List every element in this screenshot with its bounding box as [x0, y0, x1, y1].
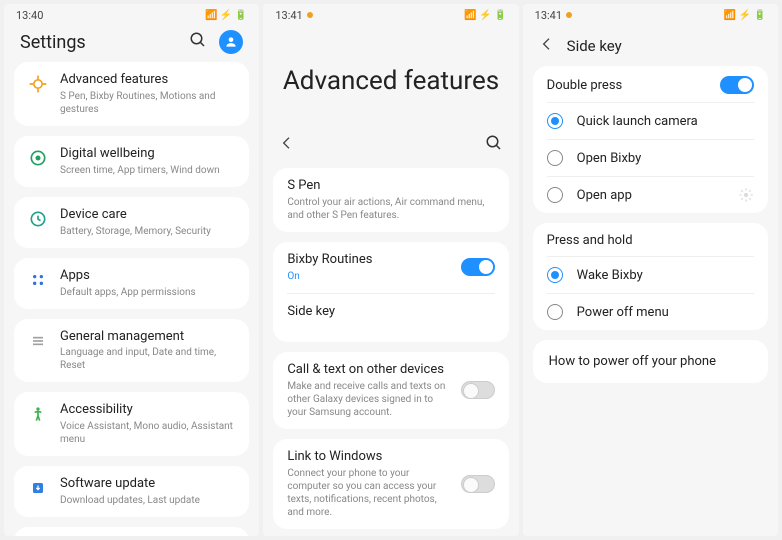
radio-label: Wake Bixby	[577, 268, 754, 283]
row-subtitle: Control your air actions, Air command me…	[287, 196, 494, 222]
row-title: Advanced features	[60, 72, 235, 89]
advanced-icon	[28, 74, 48, 94]
radio-label: Power off menu	[577, 305, 754, 320]
row-title: Accessibility	[60, 402, 235, 419]
search-icon[interactable]	[189, 31, 207, 53]
back-icon[interactable]	[279, 135, 295, 155]
row-subtitle: Language and input, Date and time, Reset	[60, 346, 235, 372]
howto-row[interactable]: How to power off your phone	[533, 340, 768, 383]
row-title: Apps	[60, 268, 235, 285]
radio-label: Quick launch camera	[577, 114, 754, 129]
header: Side key	[523, 26, 778, 66]
row-title: General management	[60, 329, 235, 346]
settings-row[interactable]: Software updateDownload updates, Last up…	[14, 466, 249, 517]
row-title: Bixby Routines	[287, 252, 448, 269]
section-title: Double press	[547, 78, 623, 93]
status-bar: 13:40 📶 ⚡ 🔋	[4, 4, 259, 26]
radio-option[interactable]: Open Bixby	[533, 140, 768, 176]
row-title: Side key	[287, 304, 494, 321]
radio-button[interactable]	[547, 150, 563, 166]
row-title: Link to Windows	[287, 449, 448, 466]
status-bar: 13:41 📶 ⚡ 🔋	[263, 4, 518, 26]
nav-bar	[263, 126, 518, 168]
row-subtitle: On	[287, 270, 448, 283]
accessibility-icon	[28, 404, 48, 424]
row-title: Device care	[60, 207, 235, 224]
toggle-switch[interactable]	[461, 381, 495, 399]
radio-button[interactable]	[547, 113, 563, 129]
row-title: Digital wellbeing	[60, 146, 235, 163]
settings-row[interactable]: Device careBattery, Storage, Memory, Sec…	[14, 197, 249, 248]
recording-indicator-icon	[566, 12, 572, 18]
general-icon	[28, 331, 48, 351]
row-subtitle: Screen time, App timers, Wind down	[60, 164, 235, 177]
howto-card[interactable]: How to power off your phone	[533, 340, 768, 383]
settings-row[interactable]: Advanced featuresS Pen, Bixby Routines, …	[14, 62, 249, 126]
settings-row[interactable]: AppsDefault apps, App permissions	[14, 258, 249, 309]
radio-option[interactable]: Open app	[533, 177, 768, 213]
row-subtitle: Voice Assistant, Mono audio, Assistant m…	[60, 420, 235, 446]
double-press-card: Double press Quick launch camera Open Bixb…	[533, 66, 768, 213]
press-hold-card: Press and hold Wake Bixby Power off menu	[533, 223, 768, 330]
toggle-switch[interactable]	[461, 475, 495, 493]
row-subtitle: S Pen, Bixby Routines, Motions and gestu…	[60, 90, 235, 116]
settings-row[interactable]: AccessibilityVoice Assistant, Mono audio…	[14, 392, 249, 456]
settings-list: Advanced featuresS Pen, Bixby Routines, …	[4, 62, 259, 536]
update-icon	[28, 478, 48, 498]
row-subtitle: Connect your phone to your computer so y…	[287, 467, 448, 519]
radio-button[interactable]	[547, 304, 563, 320]
radio-button[interactable]	[547, 187, 563, 203]
wellbeing-icon	[28, 148, 48, 168]
toggle-switch[interactable]	[720, 76, 754, 94]
radio-label: Open Bixby	[577, 151, 754, 166]
clock: 13:41	[275, 9, 302, 22]
radio-label: Open app	[577, 188, 724, 203]
row-subtitle: Make and receive calls and texts on othe…	[287, 380, 448, 419]
settings-row[interactable]: Digital wellbeingScreen time, App timers…	[14, 136, 249, 187]
radio-option[interactable]: Wake Bixby	[533, 257, 768, 293]
row-title: Software update	[60, 476, 235, 493]
row-subtitle: Battery, Storage, Memory, Security	[60, 225, 235, 238]
page-title: Advanced features	[263, 26, 518, 126]
row-subtitle: Download updates, Last update	[60, 494, 235, 507]
radio-option[interactable]: Quick launch camera	[533, 103, 768, 139]
row-title: S Pen	[287, 178, 494, 195]
advanced-features-screen: 13:41 📶 ⚡ 🔋 Advanced features S PenContr…	[263, 4, 518, 536]
recording-indicator-icon	[307, 12, 313, 18]
toggle-switch[interactable]	[461, 258, 495, 276]
radio-button[interactable]	[547, 267, 563, 283]
page-title: Side key	[567, 37, 622, 55]
features-list: S PenControl your air actions, Air comma…	[263, 168, 518, 536]
side-key-screen: 13:41 📶 ⚡ 🔋 Side key Double press Quick l…	[523, 4, 778, 536]
back-icon[interactable]	[539, 36, 555, 56]
settings-row[interactable]: Tips and user manualWhat's new, Get more…	[14, 527, 249, 536]
status-icons: 📶 ⚡ 🔋	[205, 10, 247, 21]
feature-row[interactable]: Bixby RoutinesOn	[273, 242, 508, 293]
feature-row[interactable]: Link to WindowsConnect your phone to you…	[273, 439, 508, 529]
settings-row[interactable]: General managementLanguage and input, Da…	[14, 319, 249, 383]
status-icons: 📶 ⚡ 🔋	[724, 10, 766, 21]
status-icons: 📶 ⚡ 🔋	[464, 10, 506, 21]
row-subtitle: Default apps, App permissions	[60, 286, 235, 299]
feature-row[interactable]: Side key	[273, 294, 508, 342]
section-title: Press and hold	[547, 233, 633, 248]
settings-screen: 13:40 📶 ⚡ 🔋 Settings Advanced featuresS …	[4, 4, 259, 536]
page-title: Settings	[20, 32, 86, 53]
devicecare-icon	[28, 209, 48, 229]
section-header: Double press	[533, 66, 768, 102]
clock: 13:40	[16, 9, 43, 22]
section-header: Press and hold	[533, 223, 768, 256]
radio-option[interactable]: Power off menu	[533, 294, 768, 330]
row-title: Call & text on other devices	[287, 362, 448, 379]
search-icon[interactable]	[485, 134, 503, 156]
clock: 13:41	[535, 9, 562, 22]
gear-icon[interactable]	[738, 187, 754, 203]
apps-icon	[28, 270, 48, 290]
status-bar: 13:41 📶 ⚡ 🔋	[523, 4, 778, 26]
profile-avatar[interactable]	[219, 30, 243, 54]
feature-row[interactable]: Call & text on other devicesMake and rec…	[273, 352, 508, 429]
header: Settings	[4, 26, 259, 62]
feature-row[interactable]: S PenControl your air actions, Air comma…	[273, 168, 508, 232]
options-list: Double press Quick launch camera Open Bixb…	[523, 66, 778, 536]
